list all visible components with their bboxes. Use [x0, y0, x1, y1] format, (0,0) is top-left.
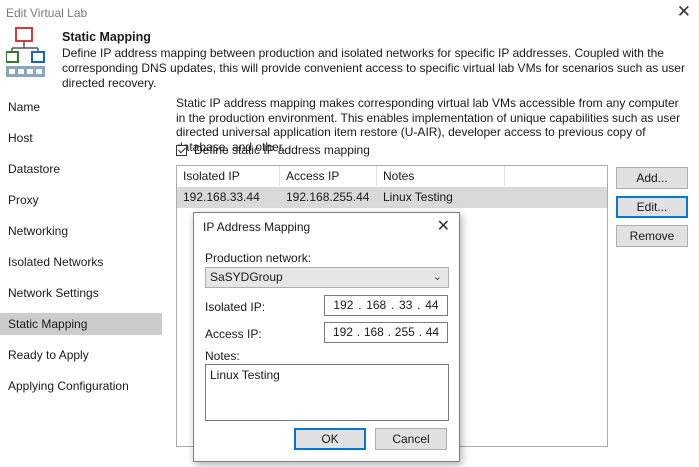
ip-separator: .: [358, 298, 362, 312]
ip-separator: .: [387, 325, 391, 339]
virtual-lab-network-icon: [6, 27, 45, 77]
notes-label: Notes:: [205, 349, 240, 363]
isolated-ip-octet-3[interactable]: 33: [399, 296, 412, 315]
notes-textarea[interactable]: Linux Testing: [205, 364, 449, 421]
column-header-access-ip[interactable]: Access IP: [280, 166, 377, 186]
isolated-ip-octet-2[interactable]: 168: [366, 296, 386, 315]
wizard-sidebar: Name Host Datastore Proxy Networking Iso…: [0, 90, 162, 467]
access-ip-octet-1[interactable]: 192: [333, 323, 353, 342]
add-button[interactable]: Add...: [616, 167, 688, 189]
column-header-isolated-ip[interactable]: Isolated IP: [177, 166, 280, 186]
sidebar-item-static-mapping[interactable]: Static Mapping: [0, 313, 162, 335]
sidebar-item-applying-configuration[interactable]: Applying Configuration: [0, 375, 162, 397]
isolated-ip-label: Isolated IP:: [205, 300, 266, 314]
isolated-ip-field[interactable]: 192. 168. 33. 44: [324, 295, 448, 316]
ip-separator: .: [418, 325, 422, 339]
cell-access-ip: 192.168.255.44: [286, 190, 370, 204]
page-title: Static Mapping: [62, 30, 151, 44]
cell-notes: Linux Testing: [383, 190, 453, 204]
page-description: Define IP address mapping between produc…: [62, 46, 685, 90]
sidebar-item-proxy[interactable]: Proxy: [0, 189, 162, 211]
define-mapping-row[interactable]: Define static IP address mapping: [176, 143, 370, 157]
sidebar-item-ready-to-apply[interactable]: Ready to Apply: [0, 344, 162, 366]
ip-address-mapping-dialog: IP Address Mapping ✕ Production network:…: [193, 212, 460, 462]
sidebar-item-isolated-networks[interactable]: Isolated Networks: [0, 251, 162, 273]
access-ip-octet-4[interactable]: 44: [426, 323, 439, 342]
ok-button[interactable]: OK: [294, 428, 366, 450]
cell-isolated-ip: 192.168.33.44: [183, 190, 260, 204]
access-ip-octet-3[interactable]: 255: [395, 323, 415, 342]
production-network-value: SaSYDGroup: [210, 270, 283, 284]
edit-button[interactable]: Edit...: [616, 196, 688, 218]
sidebar-item-host[interactable]: Host: [0, 127, 162, 149]
ip-separator: .: [390, 298, 395, 312]
sidebar-item-networking[interactable]: Networking: [0, 220, 162, 242]
sidebar-item-network-settings[interactable]: Network Settings: [0, 282, 162, 304]
production-network-select[interactable]: SaSYDGroup ⌄: [205, 267, 449, 288]
remove-button[interactable]: Remove: [616, 225, 688, 247]
access-ip-label: Access IP:: [205, 327, 262, 341]
access-ip-octet-2[interactable]: 168: [364, 323, 384, 342]
access-ip-field[interactable]: 192. 168. 255. 44: [324, 322, 448, 343]
define-mapping-label: Define static IP address mapping: [194, 143, 370, 157]
cancel-button[interactable]: Cancel: [375, 428, 447, 450]
isolated-ip-octet-4[interactable]: 44: [425, 296, 438, 315]
column-header-notes[interactable]: Notes: [377, 166, 505, 186]
dialog-title: IP Address Mapping: [203, 220, 311, 234]
sidebar-item-datastore[interactable]: Datastore: [0, 158, 162, 180]
chevron-down-icon: ⌄: [432, 271, 442, 283]
define-mapping-checkbox[interactable]: [176, 144, 187, 156]
window-title: Edit Virtual Lab: [6, 6, 88, 20]
table-row[interactable]: 192.168.33.44 192.168.255.44 Linux Testi…: [177, 187, 607, 208]
dialog-close-icon[interactable]: ✕: [437, 216, 450, 236]
ip-separator: .: [356, 325, 361, 339]
production-network-label: Production network:: [205, 251, 312, 265]
ip-separator: .: [417, 298, 421, 312]
sidebar-item-name[interactable]: Name: [0, 96, 162, 118]
isolated-ip-octet-1[interactable]: 192: [333, 296, 353, 315]
window-close-icon[interactable]: ✕: [677, 2, 691, 22]
